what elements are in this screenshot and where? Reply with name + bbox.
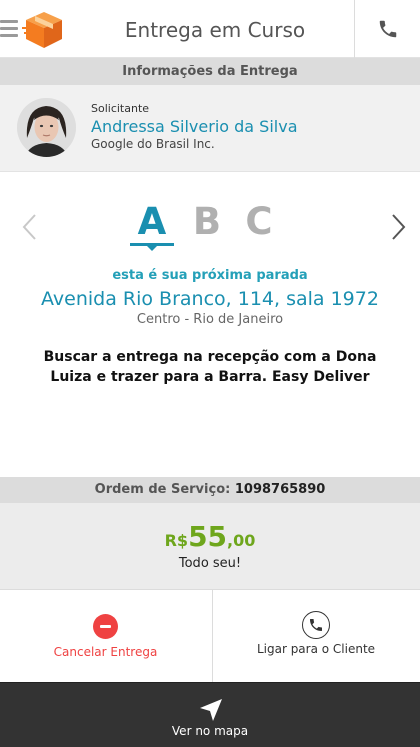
section-header-delivery-info: Informações da Entrega: [0, 58, 420, 85]
price-value: R$55,00: [0, 520, 420, 553]
call-client-label: Ligar para o Cliente: [256, 642, 376, 656]
chevron-left-icon: [22, 214, 36, 240]
service-order-label: Ordem de Serviço:: [94, 482, 231, 497]
previous-stop-button[interactable]: [20, 212, 40, 242]
phone-circle-icon: [302, 611, 330, 639]
stop-address: Avenida Rio Branco, 114, sala 1972: [41, 288, 379, 310]
chevron-right-icon: [392, 214, 406, 240]
view-on-map-button[interactable]: Ver no mapa: [0, 682, 420, 747]
next-stop-button[interactable]: [388, 212, 408, 242]
cancel-delivery-label: Cancelar Entrega: [53, 645, 158, 659]
minus-circle-icon: [93, 614, 118, 639]
stop-tab-a[interactable]: A: [130, 200, 174, 243]
requester-card: Solicitante Andressa Silverio da Silva G…: [0, 85, 420, 172]
stop-tab-b[interactable]: B: [185, 200, 229, 243]
navigation-arrow-icon: [200, 699, 222, 721]
phone-button[interactable]: [355, 0, 420, 58]
page-title: Entrega em Curso: [124, 18, 306, 42]
menu-icon[interactable]: [0, 20, 18, 40]
requester-company: Google do Brasil Inc.: [91, 137, 215, 151]
call-client-button[interactable]: Ligar para o Cliente: [212, 590, 420, 682]
cube-box-logo: [22, 10, 66, 50]
price-currency: R$: [164, 531, 189, 550]
view-on-map-label: Ver no mapa: [171, 724, 249, 738]
stop-tab-c[interactable]: C: [237, 200, 281, 243]
stops-panel: A B C esta é sua próxima parada Avenida …: [0, 172, 420, 477]
requester-name: Andressa Silverio da Silva: [91, 117, 298, 136]
price-decimal: ,00: [227, 531, 256, 550]
next-stop-label: esta é sua próxima parada: [112, 268, 308, 283]
top-bar: Entrega em Curso: [0, 0, 420, 58]
delivery-instructions: Buscar a entrega na recepção com a Dona …: [43, 349, 377, 385]
phone-icon: [379, 20, 396, 38]
service-order-bar: Ordem de Serviço: 1098765890: [0, 477, 420, 503]
actions-panel: Cancelar Entrega Ligar para o Cliente: [0, 590, 420, 682]
avatar: [17, 98, 76, 157]
price-integer: 55: [188, 520, 228, 553]
stop-district: Centro - Rio de Janeiro: [136, 312, 284, 327]
price-panel: R$55,00 Todo seu!: [0, 503, 420, 590]
service-order-number: 1098765890: [234, 482, 326, 497]
cancel-delivery-button[interactable]: Cancelar Entrega: [0, 590, 211, 682]
active-stop-pointer: [147, 246, 157, 251]
price-subtitle: Todo seu!: [178, 556, 242, 571]
requester-label: Solicitante: [91, 102, 150, 115]
